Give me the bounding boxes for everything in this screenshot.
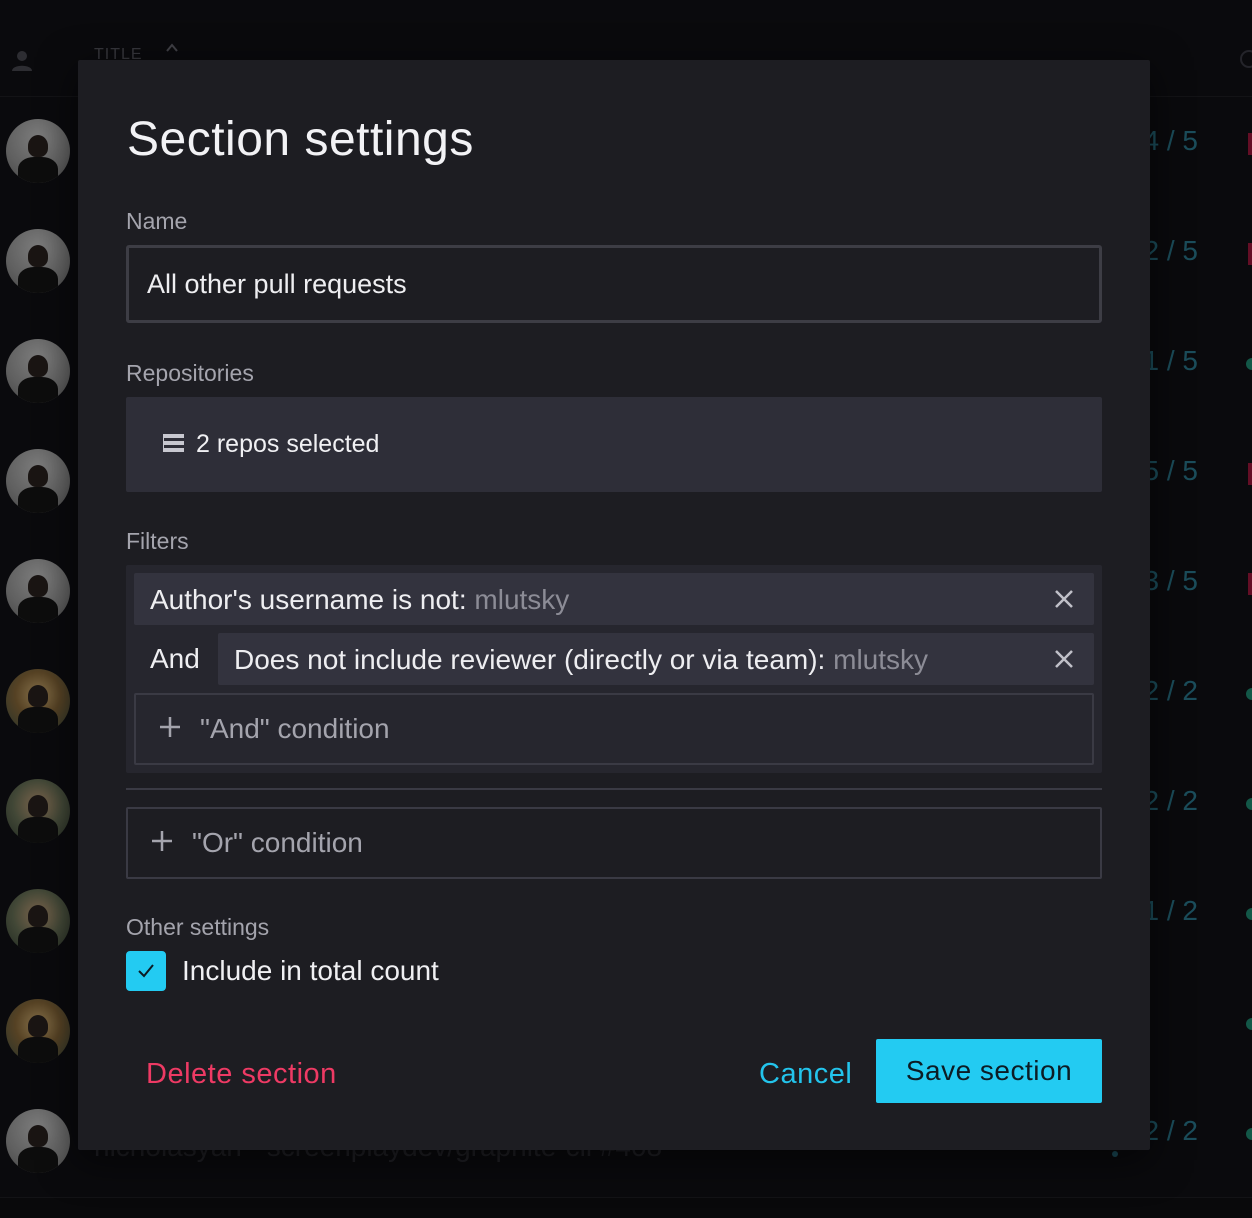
and-connector-label: And (150, 643, 200, 674)
close-icon[interactable] (1052, 587, 1076, 611)
plus-icon (160, 717, 180, 737)
dialog-title: Section settings (127, 113, 474, 166)
add-or-condition-label: "Or" condition (192, 827, 363, 858)
close-icon[interactable] (1052, 647, 1076, 671)
add-or-condition-button[interactable]: "Or" condition (126, 807, 1102, 879)
filter-text: Does not include reviewer (directly or v… (234, 644, 929, 675)
other-settings-label: Other settings (126, 914, 270, 940)
plus-icon (152, 831, 172, 851)
cancel-button[interactable]: Cancel (759, 1058, 852, 1091)
repositories-value: 2 repos selected (196, 430, 380, 458)
section-name-input[interactable] (126, 245, 1102, 323)
filter-value: mlutsky (474, 584, 570, 615)
add-and-condition-label: "And" condition (200, 713, 390, 744)
filter-chip[interactable]: Does not include reviewer (directly or v… (218, 633, 1094, 685)
filter-text: Author's username is not: mlutsky (150, 584, 570, 615)
repositories-label: Repositories (126, 360, 254, 386)
repositories-selector[interactable]: 2 repos selected (126, 397, 1102, 492)
filters-group: Author's username is not: mlutsky And Do… (126, 565, 1102, 773)
delete-section-button[interactable]: Delete section (146, 1058, 337, 1091)
section-settings-dialog: Section settings Name Repositories 2 rep… (78, 60, 1150, 1150)
filter-value: mlutsky (833, 644, 929, 675)
checkmark-icon (138, 964, 154, 978)
name-label: Name (126, 208, 188, 234)
include-total-label[interactable]: Include in total count (182, 955, 439, 987)
divider (126, 788, 1102, 790)
save-section-button[interactable]: Save section (876, 1039, 1102, 1103)
add-and-condition-button[interactable]: "And" condition (134, 693, 1094, 765)
include-total-checkbox[interactable] (126, 951, 166, 991)
filters-label: Filters (126, 528, 189, 554)
list-icon (160, 434, 184, 452)
filter-chip[interactable]: Author's username is not: mlutsky (134, 573, 1094, 625)
